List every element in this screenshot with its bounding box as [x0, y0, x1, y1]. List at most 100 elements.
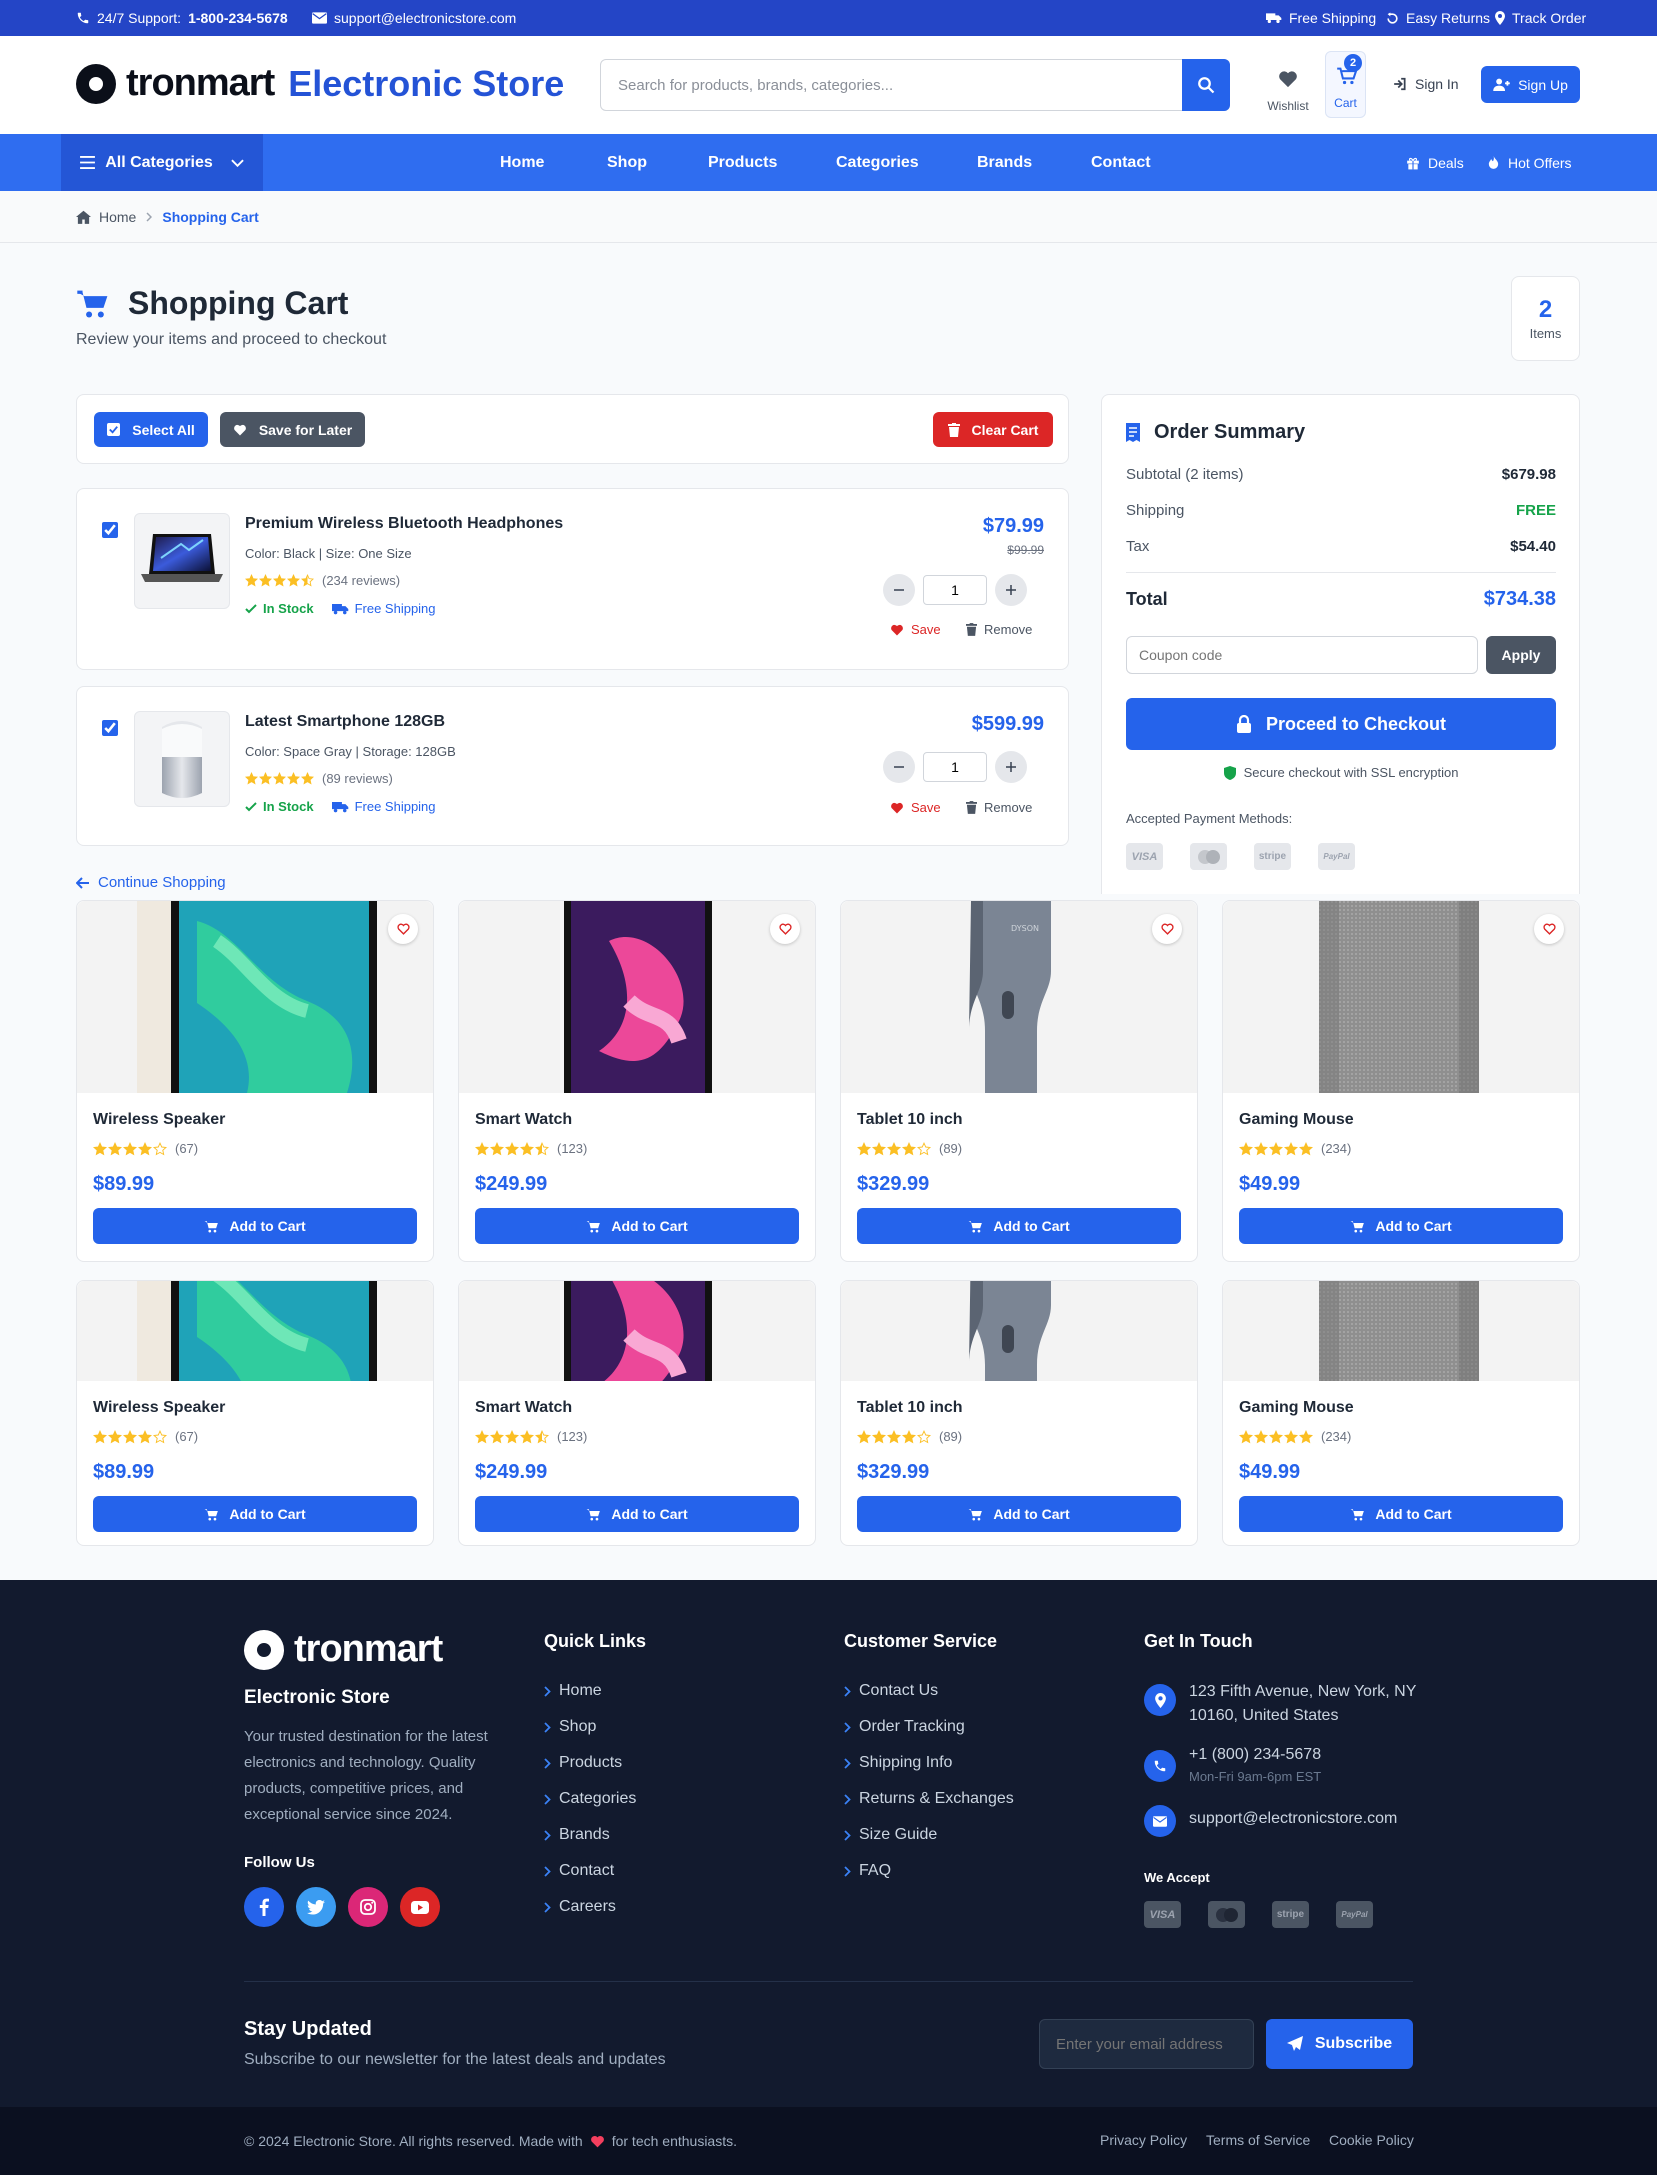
add-to-cart-button[interactable]: Add to Cart: [857, 1496, 1181, 1532]
cookie-policy-link[interactable]: Cookie Policy: [1329, 2132, 1414, 2148]
quick-link[interactable]: Careers: [544, 1898, 616, 1916]
star-icon: [138, 1141, 152, 1156]
product-image[interactable]: DYSON: [841, 1281, 1197, 1381]
product-name[interactable]: Tablet 10 inch: [857, 1399, 963, 1417]
product-image[interactable]: [1223, 901, 1579, 1093]
search-button[interactable]: [1182, 59, 1230, 111]
sign-up-button[interactable]: Sign Up: [1481, 66, 1580, 103]
apply-coupon-button[interactable]: Apply: [1486, 636, 1556, 674]
nav-contact[interactable]: Contact: [1091, 134, 1151, 191]
nav-brands[interactable]: Brands: [977, 134, 1032, 191]
cart-item-checkbox[interactable]: [102, 720, 118, 736]
nav-hot-offers[interactable]: Hot Offers: [1487, 134, 1572, 191]
nav-products[interactable]: Products: [708, 134, 777, 191]
nav-categories[interactable]: Categories: [836, 134, 919, 191]
product-image[interactable]: [459, 901, 815, 1093]
subscribe-button[interactable]: Subscribe: [1266, 2019, 1413, 2069]
remove-item-button[interactable]: Remove: [966, 622, 1032, 637]
youtube-icon[interactable]: [400, 1887, 440, 1927]
product-name[interactable]: Gaming Mouse: [1239, 1399, 1354, 1417]
quantity-increase-button[interactable]: [995, 751, 1027, 783]
page-title: Shopping Cart: [128, 285, 349, 321]
save-for-later-button[interactable]: Save for Later: [220, 412, 365, 447]
product-name[interactable]: Wireless Speaker: [93, 1399, 225, 1417]
track-order-link[interactable]: Track Order: [1495, 0, 1586, 36]
product-image[interactable]: [459, 1281, 815, 1381]
add-to-cart-button[interactable]: Add to Cart: [1239, 1496, 1563, 1532]
footer-logo[interactable]: tronmart: [244, 1628, 443, 1671]
cart-item-image[interactable]: [134, 513, 230, 609]
free-shipping-link[interactable]: Free Shipping: [1266, 0, 1376, 36]
select-all-button[interactable]: Select All: [94, 412, 208, 447]
product-name[interactable]: Tablet 10 inch: [857, 1111, 963, 1129]
quick-link[interactable]: Contact: [544, 1862, 614, 1880]
quick-link[interactable]: Brands: [544, 1826, 610, 1844]
remove-item-button[interactable]: Remove: [966, 800, 1032, 815]
breadcrumb-home[interactable]: Home: [99, 209, 136, 225]
quantity-decrease-button[interactable]: [883, 574, 915, 606]
cart-item-image[interactable]: [134, 711, 230, 807]
add-to-cart-button[interactable]: Add to Cart: [93, 1496, 417, 1532]
product-name[interactable]: Wireless Speaker: [93, 1111, 225, 1129]
add-to-cart-button[interactable]: Add to Cart: [1239, 1208, 1563, 1244]
product-image[interactable]: [77, 901, 433, 1093]
product-name[interactable]: Smart Watch: [475, 1399, 572, 1417]
service-link[interactable]: FAQ: [844, 1862, 891, 1880]
quantity-input[interactable]: [923, 752, 987, 782]
cart-button[interactable]: 2 Cart: [1325, 51, 1366, 118]
product-image[interactable]: [1223, 1281, 1579, 1381]
product-image[interactable]: [77, 1281, 433, 1381]
sign-in-link[interactable]: Sign In: [1393, 76, 1459, 92]
logo[interactable]: tronmart Electronic Store: [76, 62, 564, 105]
facebook-icon[interactable]: [244, 1887, 284, 1927]
save-item-button[interactable]: Save: [890, 800, 941, 815]
service-link[interactable]: Contact Us: [844, 1682, 938, 1700]
twitter-icon[interactable]: [296, 1887, 336, 1927]
quick-link[interactable]: Shop: [544, 1718, 596, 1736]
quantity-decrease-button[interactable]: [883, 751, 915, 783]
add-to-cart-button[interactable]: Add to Cart: [93, 1208, 417, 1244]
quick-link[interactable]: Home: [544, 1682, 602, 1700]
nav-home[interactable]: Home: [500, 134, 544, 191]
search-input[interactable]: [601, 60, 1181, 110]
footer-email[interactable]: support@electronicstore.com: [1189, 1810, 1397, 1828]
cart-item-name[interactable]: Premium Wireless Bluetooth Headphones: [245, 515, 563, 533]
continue-shopping-link[interactable]: Continue Shopping: [76, 874, 226, 891]
clear-cart-button[interactable]: Clear Cart: [933, 412, 1053, 447]
wishlist-toggle-button[interactable]: [770, 914, 800, 944]
support-phone[interactable]: 1-800-234-5678: [188, 10, 288, 26]
service-link[interactable]: Returns & Exchanges: [844, 1790, 1014, 1808]
nav-shop[interactable]: Shop: [607, 134, 647, 191]
product-name[interactable]: Gaming Mouse: [1239, 1111, 1354, 1129]
quick-link[interactable]: Categories: [544, 1790, 636, 1808]
checkout-button[interactable]: Proceed to Checkout: [1126, 698, 1556, 750]
wishlist-toggle-button[interactable]: [1152, 914, 1182, 944]
wishlist-toggle-button[interactable]: [388, 914, 418, 944]
easy-returns-link[interactable]: Easy Returns: [1386, 0, 1490, 36]
footer-phone[interactable]: +1 (800) 234-5678: [1189, 1746, 1321, 1764]
service-link[interactable]: Order Tracking: [844, 1718, 965, 1736]
nav-deals[interactable]: Deals: [1406, 134, 1464, 191]
quantity-increase-button[interactable]: [995, 574, 1027, 606]
product-image[interactable]: DYSON: [841, 901, 1197, 1093]
wishlist-toggle-button[interactable]: [1534, 914, 1564, 944]
all-categories-button[interactable]: All Categories: [61, 134, 263, 191]
quick-link[interactable]: Products: [544, 1754, 622, 1772]
cart-item-name[interactable]: Latest Smartphone 128GB: [245, 713, 445, 731]
coupon-input[interactable]: [1126, 636, 1478, 674]
wishlist-button[interactable]: Wishlist: [1263, 63, 1313, 113]
product-name[interactable]: Smart Watch: [475, 1111, 572, 1129]
instagram-icon[interactable]: [348, 1887, 388, 1927]
terms-link[interactable]: Terms of Service: [1206, 2132, 1310, 2148]
add-to-cart-button[interactable]: Add to Cart: [475, 1208, 799, 1244]
quantity-input[interactable]: [923, 575, 987, 605]
add-to-cart-button[interactable]: Add to Cart: [475, 1496, 799, 1532]
service-link[interactable]: Shipping Info: [844, 1754, 952, 1772]
add-to-cart-button[interactable]: Add to Cart: [857, 1208, 1181, 1244]
save-item-button[interactable]: Save: [890, 622, 941, 637]
newsletter-email-input[interactable]: [1039, 2019, 1254, 2069]
privacy-policy-link[interactable]: Privacy Policy: [1100, 2132, 1187, 2148]
service-link[interactable]: Size Guide: [844, 1826, 937, 1844]
support-email[interactable]: support@electronicstore.com: [312, 0, 516, 36]
cart-item-checkbox[interactable]: [102, 522, 118, 538]
